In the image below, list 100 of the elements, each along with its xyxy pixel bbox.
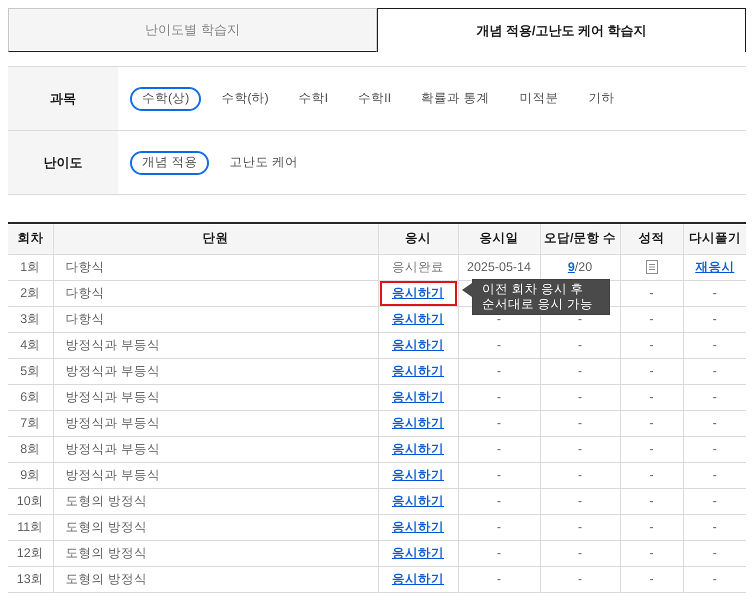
filter-option[interactable]: 고난도 케어 xyxy=(219,150,308,174)
filter-option[interactable]: 수학I xyxy=(288,86,338,110)
table-cell: - xyxy=(540,566,620,592)
table-cell: 11회 xyxy=(8,514,53,540)
take-test-link[interactable]: 응시하기 xyxy=(392,338,444,352)
table-cell: - xyxy=(683,384,746,410)
table-cell: - xyxy=(540,384,620,410)
table-cell: - xyxy=(620,566,683,592)
table-cell: - xyxy=(683,306,746,332)
table-cell: 12회 xyxy=(8,540,53,566)
table-cell: - xyxy=(458,410,540,436)
table-cell: 3회 xyxy=(8,306,53,332)
table-cell: - xyxy=(683,488,746,514)
table-cell: 다항식 xyxy=(53,306,378,332)
table-cell: - xyxy=(540,514,620,540)
take-test-link[interactable]: 응시하기 xyxy=(392,416,444,430)
table-cell: - xyxy=(458,566,540,592)
take-test-link[interactable]: 응시하기 xyxy=(392,520,444,534)
table-cell: 방정식과 부등식 xyxy=(53,410,378,436)
table-cell: - xyxy=(620,540,683,566)
table-cell: 도형의 방정식 xyxy=(53,566,378,592)
column-header: 응시일 xyxy=(458,223,540,254)
table-cell: 9회 xyxy=(8,462,53,488)
filter-option[interactable]: 수학II xyxy=(348,86,402,110)
table-cell: - xyxy=(620,384,683,410)
column-header: 응시 xyxy=(378,223,458,254)
filter-option[interactable]: 확률과 통계 xyxy=(411,86,500,110)
table-cell: - xyxy=(620,514,683,540)
retry-link[interactable]: 재응시 xyxy=(695,260,734,274)
tooltip-text: 이전 회차 응시 후 xyxy=(482,282,584,297)
table-cell: 방정식과 부등식 xyxy=(53,436,378,462)
table-cell: - xyxy=(458,384,540,410)
table-cell: 7회 xyxy=(8,410,53,436)
table-cell: - xyxy=(683,358,746,384)
table-cell: - xyxy=(683,280,746,306)
tab[interactable]: 개념 적용/고난도 케어 학습지 xyxy=(377,8,746,52)
filter-option[interactable]: 기하 xyxy=(578,86,625,110)
table-cell: - xyxy=(683,462,746,488)
table-cell: 도형의 방정식 xyxy=(53,540,378,566)
table-cell: 방정식과 부등식 xyxy=(53,462,378,488)
take-test-link[interactable]: 응시하기 xyxy=(392,468,444,482)
document-icon[interactable] xyxy=(646,260,658,274)
table-cell: 방정식과 부등식 xyxy=(53,332,378,358)
take-test-link[interactable]: 응시하기 xyxy=(392,312,444,326)
table-cell: 1회 xyxy=(8,254,53,280)
table-cell: - xyxy=(620,332,683,358)
table-cell: - xyxy=(620,280,683,306)
table-cell: - xyxy=(540,462,620,488)
table-cell: - xyxy=(620,410,683,436)
take-test-link[interactable]: 응시하기 xyxy=(392,494,444,508)
filter-label: 난이도 xyxy=(44,154,82,172)
table-cell: - xyxy=(683,540,746,566)
column-header: 성적 xyxy=(620,223,683,254)
tab[interactable]: 난이도별 학습지 xyxy=(8,8,377,52)
table-cell: - xyxy=(683,566,746,592)
table-cell: - xyxy=(458,488,540,514)
table-cell: - xyxy=(458,358,540,384)
table-cell: 6회 xyxy=(8,384,53,410)
table-cell: 다항식 xyxy=(53,280,378,306)
table-cell: - xyxy=(620,358,683,384)
filter-option[interactable]: 미적분 xyxy=(510,86,569,110)
column-header: 단원 xyxy=(53,223,378,254)
status-text: 응시완료 xyxy=(392,260,444,274)
table-cell: - xyxy=(540,410,620,436)
take-test-link[interactable]: 응시하기 xyxy=(392,442,444,456)
table-cell: - xyxy=(540,332,620,358)
table-cell: 13회 xyxy=(8,566,53,592)
table-cell: 10회 xyxy=(8,488,53,514)
table-cell: - xyxy=(540,436,620,462)
table-cell: 다항식 xyxy=(53,254,378,280)
table-cell: - xyxy=(620,462,683,488)
filter-option[interactable]: 개념 적용 xyxy=(130,150,210,174)
table-cell: 방정식과 부등식 xyxy=(53,384,378,410)
filter-label: 과목 xyxy=(50,90,76,108)
table-cell: - xyxy=(458,332,540,358)
table-cell: - xyxy=(683,410,746,436)
table-cell: 도형의 방정식 xyxy=(53,488,378,514)
table-cell: 방정식과 부등식 xyxy=(53,358,378,384)
table-cell: - xyxy=(540,358,620,384)
table-cell: 4회 xyxy=(8,332,53,358)
table-cell: - xyxy=(458,462,540,488)
take-test-link[interactable]: 응시하기 xyxy=(392,546,444,560)
column-header: 회차 xyxy=(8,223,53,254)
filter-option[interactable]: 수학(하) xyxy=(211,86,279,110)
wrong-count-link[interactable]: 9 xyxy=(568,260,575,274)
take-test-link[interactable]: 응시하기 xyxy=(392,390,444,404)
take-test-link[interactable]: 응시하기 xyxy=(392,284,444,302)
table-cell: 5회 xyxy=(8,358,53,384)
column-header: 오답/문항 수 xyxy=(540,223,620,254)
table-cell: - xyxy=(620,436,683,462)
filter-option[interactable]: 수학(상) xyxy=(130,86,202,110)
table-cell: - xyxy=(540,488,620,514)
table-cell: - xyxy=(458,436,540,462)
table-cell: 2회 xyxy=(8,280,53,306)
table-cell: 8회 xyxy=(8,436,53,462)
table-cell: - xyxy=(683,436,746,462)
table-cell: - xyxy=(540,540,620,566)
take-test-link[interactable]: 응시하기 xyxy=(392,572,444,586)
table-cell: - xyxy=(620,488,683,514)
take-test-link[interactable]: 응시하기 xyxy=(392,364,444,378)
